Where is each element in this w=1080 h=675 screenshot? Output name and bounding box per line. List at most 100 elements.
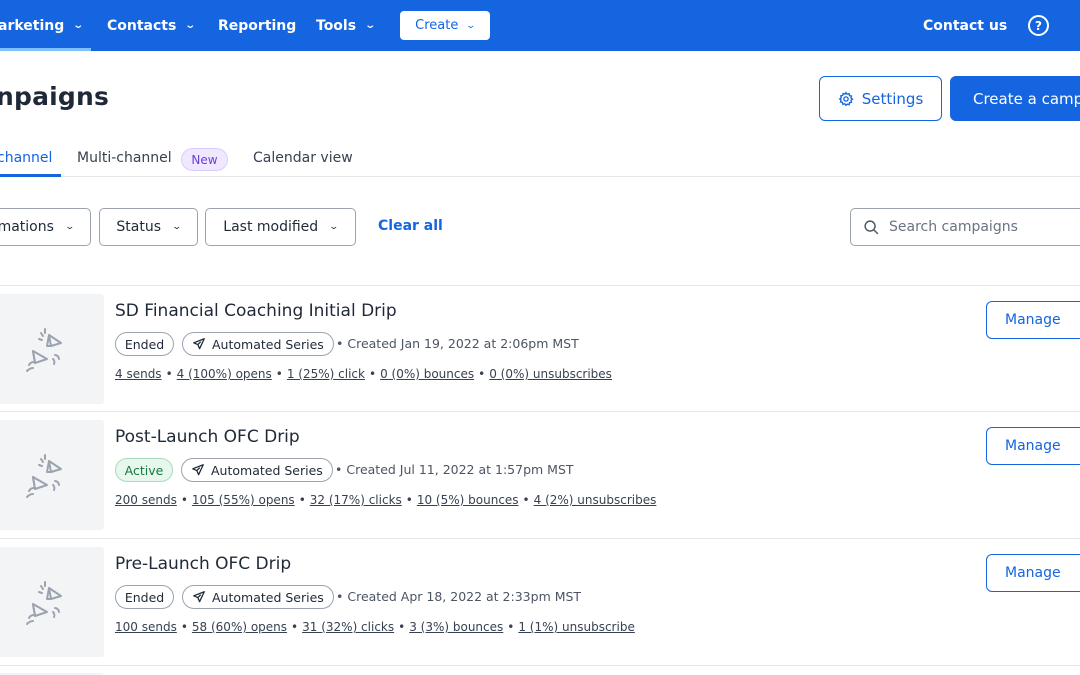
stat-unsubscribes[interactable]: 1 (1%) unsubscribe: [518, 620, 634, 634]
separator: •: [180, 620, 188, 634]
nav-tools-label: Tools: [316, 17, 357, 34]
campaign-title[interactable]: Pre-Launch OFC Drip: [115, 554, 291, 574]
stat-bounces[interactable]: 10 (5%) bounces: [417, 493, 519, 507]
filter-last-modified-label: Last modified: [223, 219, 319, 235]
status-badge: Active: [115, 458, 173, 482]
status-badge: Ended: [115, 585, 174, 609]
new-badge: New: [181, 148, 228, 171]
stat-clicks[interactable]: 1 (25%) click: [287, 367, 365, 381]
search-box[interactable]: [850, 208, 1080, 246]
stat-clicks[interactable]: 32 (17%) clicks: [310, 493, 402, 507]
manage-button[interactable]: Manage: [986, 301, 1080, 339]
filter-last-modified[interactable]: Last modified ⌄: [205, 208, 356, 246]
tab-calendar-view[interactable]: Calendar view: [253, 150, 353, 166]
campaign-row: Post-Launch OFC Drip Active Automated Se…: [0, 412, 1080, 538]
created-date: • Created Jan 19, 2022 at 2:06pm MST: [336, 336, 579, 351]
paper-plane-icon: [193, 338, 205, 350]
search-icon: [864, 219, 879, 234]
stat-unsubscribes[interactable]: 4 (2%) unsubscribes: [534, 493, 657, 507]
nav-contacts[interactable]: Contacts ⌄: [107, 0, 197, 51]
campaign-stats: 200 sends • 105 (55%) opens • 32 (17%) click…: [115, 493, 656, 507]
filter-automations[interactable]: mations ⌄: [0, 208, 91, 246]
gear-icon: [838, 91, 854, 106]
manage-button[interactable]: Manage: [986, 427, 1080, 465]
chevron-down-icon: ⌄: [64, 222, 75, 232]
chevron-down-icon: ⌄: [72, 20, 85, 31]
separator: •: [507, 620, 515, 634]
clear-all-link[interactable]: Clear all: [378, 218, 443, 234]
tabs-divider: [0, 176, 1080, 177]
campaign-thumbnail: [0, 547, 104, 657]
stat-bounces[interactable]: 3 (3%) bounces: [409, 620, 503, 634]
megaphone-confetti-icon: [26, 454, 62, 498]
status-badge: Ended: [115, 332, 174, 356]
nav-active-indicator: [0, 48, 91, 51]
create-button[interactable]: Create ⌄: [400, 11, 490, 40]
separator: •: [522, 493, 530, 507]
campaign-thumbnail: [0, 420, 104, 530]
type-badge: Automated Series: [181, 458, 333, 482]
campaign-thumbnail: [0, 294, 104, 404]
nav-reporting-label: Reporting: [218, 17, 297, 34]
contact-us-link[interactable]: Contact us: [923, 0, 1007, 51]
filter-status[interactable]: Status ⌄: [99, 208, 198, 246]
stat-opens[interactable]: 58 (60%) opens: [192, 620, 287, 634]
stat-clicks[interactable]: 31 (32%) clicks: [302, 620, 394, 634]
search-input[interactable]: [889, 219, 1080, 235]
stat-sends[interactable]: 100 sends: [115, 620, 177, 634]
separator: •: [478, 367, 486, 381]
created-date: • Created Jul 11, 2022 at 1:57pm MST: [335, 462, 574, 477]
tab-single-channel[interactable]: channel: [0, 150, 52, 166]
nav-marketing[interactable]: arketing ⌄: [0, 0, 85, 51]
help-glyph: ?: [1035, 18, 1042, 33]
type-label: Automated Series: [212, 589, 324, 605]
tab-multi-channel[interactable]: Multi-channel: [77, 150, 172, 166]
separator: •: [405, 493, 413, 507]
separator: •: [165, 367, 173, 381]
help-icon[interactable]: ?: [1028, 15, 1049, 36]
row-divider: [0, 665, 1080, 666]
created-date: • Created Apr 18, 2022 at 2:33pm MST: [336, 589, 582, 604]
megaphone-confetti-icon: [26, 581, 62, 625]
nav-tools[interactable]: Tools ⌄: [316, 0, 376, 51]
campaign-stats: 100 sends • 58 (60%) opens • 31 (32%) clicks…: [115, 620, 635, 634]
active-tab-indicator: [0, 174, 61, 177]
campaign-row: SD Financial Coaching Initial Drip Ended…: [0, 286, 1080, 412]
stat-opens[interactable]: 105 (55%) opens: [192, 493, 295, 507]
separator: •: [298, 493, 306, 507]
chevron-down-icon: ⌄: [171, 222, 183, 232]
chevron-down-icon: ⌄: [328, 222, 340, 232]
type-label: Automated Series: [212, 336, 324, 352]
campaign-row: Pre-Launch OFC Drip Ended Automated Seri…: [0, 539, 1080, 665]
stat-bounces[interactable]: 0 (0%) bounces: [380, 367, 474, 381]
type-badge: Automated Series: [182, 332, 334, 356]
chevron-down-icon: ⌄: [184, 20, 197, 31]
type-badge: Automated Series: [182, 585, 334, 609]
chevron-down-icon: ⌄: [465, 20, 477, 31]
separator: •: [180, 493, 188, 507]
settings-button[interactable]: Settings: [819, 76, 942, 121]
paper-plane-icon: [193, 591, 205, 603]
campaign-stats: 4 sends • 4 (100%) opens • 1 (25%) click • 0 (…: [115, 367, 612, 381]
campaign-title[interactable]: SD Financial Coaching Initial Drip: [115, 301, 397, 321]
stat-sends[interactable]: 4 sends: [115, 367, 162, 381]
megaphone-confetti-icon: [26, 328, 62, 372]
nav-reporting[interactable]: Reporting: [218, 0, 296, 51]
create-button-label: Create: [415, 18, 459, 33]
paper-plane-icon: [192, 464, 204, 476]
nav-marketing-label: arketing: [0, 17, 65, 34]
campaign-title[interactable]: Post-Launch OFC Drip: [115, 427, 300, 447]
separator: •: [291, 620, 299, 634]
separator: •: [398, 620, 406, 634]
create-campaign-label: Create a campa: [973, 89, 1080, 108]
stat-sends[interactable]: 200 sends: [115, 493, 177, 507]
page-title: npaigns: [0, 82, 110, 111]
manage-button[interactable]: Manage: [986, 554, 1080, 592]
stat-unsubscribes[interactable]: 0 (0%) unsubscribes: [489, 367, 612, 381]
top-nav: arketing ⌄ Contacts ⌄ Reporting Tools ⌄ …: [0, 0, 1080, 51]
create-campaign-button[interactable]: Create a campa: [950, 76, 1080, 121]
filter-status-label: Status: [116, 219, 162, 235]
filter-automations-label: mations: [0, 219, 54, 235]
stat-opens[interactable]: 4 (100%) opens: [177, 367, 272, 381]
separator: •: [275, 367, 283, 381]
